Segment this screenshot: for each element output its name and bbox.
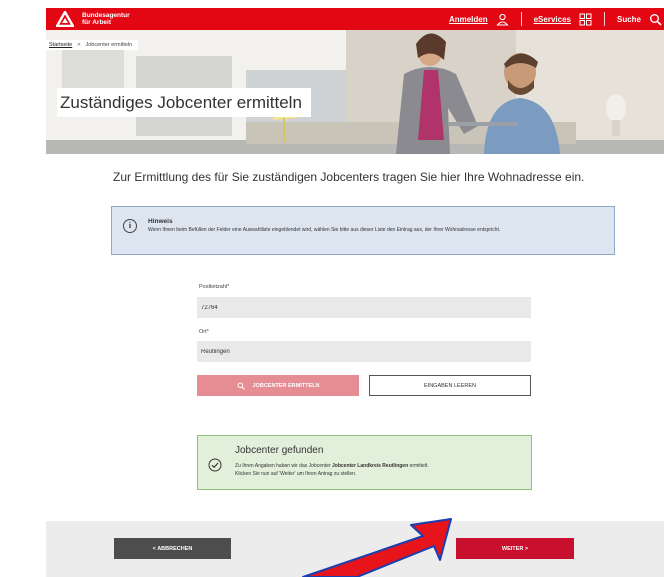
next-button[interactable]: WEITER > xyxy=(456,538,574,559)
info-icon: i xyxy=(123,219,137,233)
check-circle-icon xyxy=(208,458,222,472)
hint-title: Hinweis xyxy=(148,218,173,225)
hero-banner: Startseite > Jobcenter ermitteln Zuständ… xyxy=(46,30,664,154)
top-bar: Bundesagentur für Arbeit Anmelden eServi… xyxy=(46,8,664,30)
clear-inputs-button[interactable]: EINGABEN LEEREN xyxy=(369,375,531,396)
nav-divider xyxy=(603,12,605,26)
breadcrumb-separator: > xyxy=(77,42,81,48)
brand-name: Bundesagentur für Arbeit xyxy=(82,12,130,26)
hint-text: Wenn Ihnen beim Befüllen der Felder eine… xyxy=(148,227,501,233)
grid-icon[interactable] xyxy=(579,13,592,26)
brand-line2: für Arbeit xyxy=(82,19,112,26)
hint-box: i Hinweis Wenn Ihnen beim Befüllen der F… xyxy=(111,206,615,255)
postal-code-input[interactable] xyxy=(197,297,531,318)
breadcrumb-home-link[interactable]: Startseite xyxy=(49,42,72,48)
breadcrumb: Startseite > Jobcenter ermitteln xyxy=(46,40,139,50)
brand-line1: Bundesagentur xyxy=(82,12,130,19)
ba-logo-icon xyxy=(56,11,74,27)
page-title: Zuständiges Jobcenter ermitteln xyxy=(57,88,311,117)
found-text-line2: Klicken Sie nun auf 'Weiter' um Ihren An… xyxy=(235,471,357,477)
found-title: Jobcenter gefunden xyxy=(235,445,324,456)
city-label: Ort* xyxy=(199,329,209,335)
found-text-before: Zu Ihren Angaben haben wir das Jobcenter xyxy=(235,463,333,469)
header-nav: Anmelden eServices Suche xyxy=(449,8,662,30)
found-text: Zu Ihren Angaben haben wir das Jobcenter… xyxy=(235,462,525,478)
found-jobcenter-name: Jobcenter Landkreis Reutlingen xyxy=(332,463,409,469)
search-icon[interactable] xyxy=(649,13,662,26)
search-link[interactable]: Suche xyxy=(617,15,641,24)
postal-code-label: Postleitzahl* xyxy=(199,284,230,290)
brand-logo-link[interactable]: Bundesagentur für Arbeit xyxy=(56,11,130,27)
jobcenter-found-box: Jobcenter gefunden Zu Ihren Angaben habe… xyxy=(197,435,532,490)
login-link[interactable]: Anmelden xyxy=(449,15,488,24)
find-jobcenter-label: JOBCENTER ERMITTELN xyxy=(252,382,320,389)
nav-divider xyxy=(520,12,522,26)
city-input[interactable] xyxy=(197,341,531,362)
breadcrumb-current: Jobcenter ermitteln xyxy=(85,42,133,48)
cancel-button[interactable]: < ABBRECHEN xyxy=(114,538,231,559)
eservices-link[interactable]: eServices xyxy=(534,15,571,24)
search-icon xyxy=(237,382,245,390)
user-icon[interactable] xyxy=(495,13,509,26)
found-text-after: ermittelt. xyxy=(408,463,429,469)
intro-text: Zur Ermittlung des für Sie zuständigen J… xyxy=(113,170,585,184)
find-jobcenter-button[interactable]: JOBCENTER ERMITTELN xyxy=(197,375,359,396)
